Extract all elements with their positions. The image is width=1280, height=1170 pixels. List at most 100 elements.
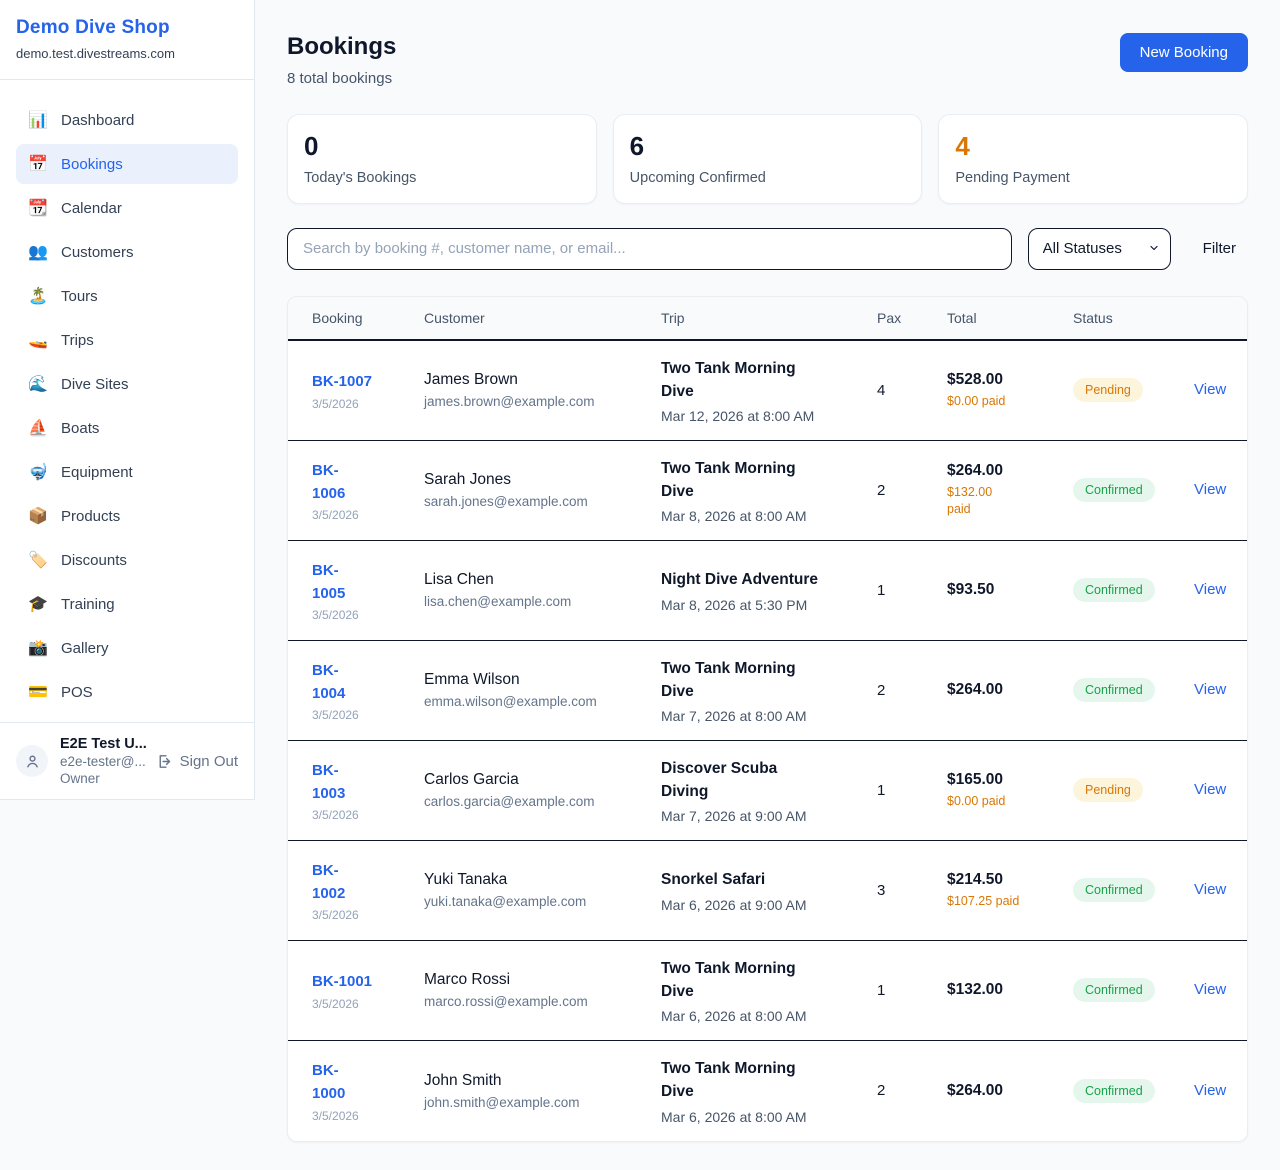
customer-name: Carlos Garcia bbox=[424, 771, 661, 789]
tag-icon: 🏷️ bbox=[28, 550, 48, 570]
view-link[interactable]: View bbox=[1194, 481, 1226, 498]
view-link[interactable]: View bbox=[1194, 981, 1226, 998]
view-link[interactable]: View bbox=[1194, 881, 1226, 898]
sidebar-item-bookings[interactable]: 📅 Bookings bbox=[16, 144, 238, 184]
trip-datetime: Mar 8, 2026 at 8:00 AM bbox=[661, 508, 877, 524]
sidebar-item-gallery[interactable]: 📸 Gallery bbox=[16, 628, 238, 668]
total-amount: $93.50 bbox=[947, 581, 1073, 599]
camera-icon: 📸 bbox=[28, 638, 48, 658]
sidebar-item-trips[interactable]: 🚤Trips bbox=[16, 320, 238, 360]
status-badge: Confirmed bbox=[1073, 478, 1155, 502]
sidebar-item-products[interactable]: 📦Products bbox=[16, 496, 238, 536]
sidebar-item-label: Customers bbox=[61, 244, 134, 261]
customer-name: Lisa Chen bbox=[424, 571, 661, 589]
calendar-date-icon: 📅 bbox=[28, 154, 48, 174]
user-role: Owner bbox=[60, 771, 147, 786]
booking-id-link[interactable]: BK- 1006 bbox=[312, 459, 345, 506]
customer-email: john.smith@example.com bbox=[424, 1095, 661, 1110]
trip-name: Two Tank Morning Dive bbox=[661, 1057, 877, 1104]
status-badge: Pending bbox=[1073, 778, 1143, 802]
sign-out-label: Sign Out bbox=[180, 753, 238, 770]
stat-card-todays-bookings: 0 Today's Bookings bbox=[287, 114, 597, 204]
sidebar-item-label: Bookings bbox=[61, 156, 123, 173]
user-name: E2E Test U... bbox=[60, 736, 147, 752]
status-select-wrap: All Statuses bbox=[1028, 228, 1171, 270]
trip-name: Two Tank Morning Dive bbox=[661, 657, 877, 704]
booking-id-link[interactable]: BK- 1000 bbox=[312, 1059, 345, 1106]
trip-datetime: Mar 6, 2026 at 9:00 AM bbox=[661, 897, 877, 913]
table-row: BK-10073/5/2026 James Brownjames.brown@e… bbox=[288, 341, 1247, 441]
view-link[interactable]: View bbox=[1194, 381, 1226, 398]
sidebar-item-dashboard[interactable]: 📊Dashboard bbox=[16, 100, 238, 140]
sidebar-item-boats[interactable]: ⛵Boats bbox=[16, 408, 238, 448]
table-row: BK- 10023/5/2026 Yuki Tanakayuki.tanaka@… bbox=[288, 841, 1247, 941]
booking-id-link[interactable]: BK-1001 bbox=[312, 970, 372, 993]
dashboard-icon: 📊 bbox=[28, 110, 48, 130]
booking-id-link[interactable]: BK- 1002 bbox=[312, 859, 345, 906]
booking-id-link[interactable]: BK-1007 bbox=[312, 370, 372, 393]
status-badge: Confirmed bbox=[1073, 878, 1155, 902]
filter-button[interactable]: Filter bbox=[1191, 232, 1248, 265]
trip-name: Two Tank Morning Dive bbox=[661, 357, 877, 404]
view-link[interactable]: View bbox=[1194, 781, 1226, 798]
booking-date: 3/5/2026 bbox=[312, 508, 424, 522]
island-icon: 🏝️ bbox=[28, 286, 48, 306]
booking-date: 3/5/2026 bbox=[312, 997, 424, 1011]
customer-email: sarah.jones@example.com bbox=[424, 494, 661, 509]
search-input[interactable] bbox=[287, 228, 1012, 270]
status-filter-select[interactable]: All Statuses bbox=[1028, 228, 1171, 270]
customer-name: Yuki Tanaka bbox=[424, 871, 661, 889]
avatar bbox=[16, 745, 48, 777]
new-booking-button[interactable]: New Booking bbox=[1120, 33, 1248, 72]
sidebar-item-label: Discounts bbox=[61, 552, 127, 569]
table-row: BK- 10063/5/2026 Sarah Jonessarah.jones@… bbox=[288, 441, 1247, 541]
sidebar-item-tours[interactable]: 🏝️Tours bbox=[16, 276, 238, 316]
sidebar: Demo Dive Shop demo.test.divestreams.com… bbox=[0, 0, 255, 800]
sidebar-item-pos[interactable]: 💳POS bbox=[16, 672, 238, 712]
status-badge: Confirmed bbox=[1073, 1079, 1155, 1103]
trip-datetime: Mar 12, 2026 at 8:00 AM bbox=[661, 408, 877, 424]
stat-label: Pending Payment bbox=[955, 170, 1231, 186]
trip-name: Discover Scuba Diving bbox=[661, 757, 877, 804]
col-header-customer: Customer bbox=[424, 310, 661, 326]
sign-out-button[interactable]: Sign Out bbox=[156, 753, 238, 770]
stat-label: Today's Bookings bbox=[304, 170, 580, 186]
booking-date: 3/5/2026 bbox=[312, 708, 424, 722]
trip-name: Snorkel Safari bbox=[661, 868, 877, 891]
page-title: Bookings bbox=[287, 33, 396, 61]
stat-label: Upcoming Confirmed bbox=[630, 170, 906, 186]
paid-amount: $132.00 paid bbox=[947, 484, 1073, 519]
table-header-row: Booking Customer Trip Pax Total Status bbox=[288, 297, 1247, 341]
status-badge: Confirmed bbox=[1073, 578, 1155, 602]
total-amount: $264.00 bbox=[947, 1082, 1073, 1100]
sidebar-item-calendar[interactable]: 📆Calendar bbox=[16, 188, 238, 228]
view-link[interactable]: View bbox=[1194, 1082, 1226, 1099]
total-amount: $264.00 bbox=[947, 681, 1073, 699]
stat-value: 4 bbox=[955, 132, 1231, 162]
diving-mask-icon: 🤿 bbox=[28, 462, 48, 482]
customer-name: Emma Wilson bbox=[424, 671, 661, 689]
sidebar-item-customers[interactable]: 👥Customers bbox=[16, 232, 238, 272]
booking-id-link[interactable]: BK- 1003 bbox=[312, 759, 345, 806]
booking-id-link[interactable]: BK- 1004 bbox=[312, 659, 345, 706]
sidebar-item-training[interactable]: 🎓Training bbox=[16, 584, 238, 624]
customer-name: John Smith bbox=[424, 1072, 661, 1090]
total-amount: $214.50 bbox=[947, 871, 1073, 889]
paid-amount: $107.25 paid bbox=[947, 893, 1073, 911]
sidebar-item-discounts[interactable]: 🏷️ Discounts bbox=[16, 540, 238, 580]
page-header: Bookings 8 total bookings New Booking bbox=[287, 33, 1248, 87]
booking-id-link[interactable]: BK- 1005 bbox=[312, 559, 345, 606]
view-link[interactable]: View bbox=[1194, 581, 1226, 598]
sidebar-item-label: Gallery bbox=[61, 640, 109, 657]
credit-card-icon: 💳 bbox=[28, 682, 48, 702]
total-amount: $165.00 bbox=[947, 771, 1073, 789]
sidebar-item-equipment[interactable]: 🤿Equipment bbox=[16, 452, 238, 492]
trip-name: Two Tank Morning Dive bbox=[661, 457, 877, 504]
filter-row: All Statuses Filter bbox=[287, 228, 1248, 270]
stat-value: 6 bbox=[630, 132, 906, 162]
sidebar-item-label: Dive Sites bbox=[61, 376, 129, 393]
pax-count: 2 bbox=[877, 682, 947, 699]
sidebar-item-dive-sites[interactable]: 🌊Dive Sites bbox=[16, 364, 238, 404]
page-title-block: Bookings 8 total bookings bbox=[287, 33, 396, 87]
view-link[interactable]: View bbox=[1194, 681, 1226, 698]
